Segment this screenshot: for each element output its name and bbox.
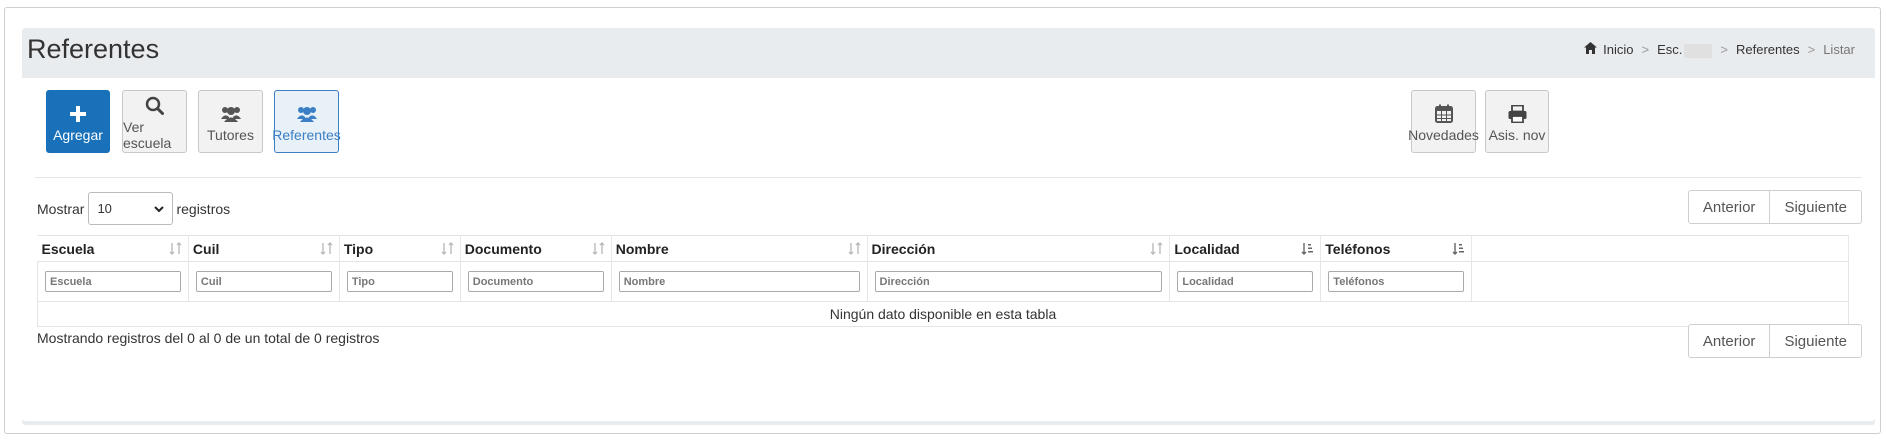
empty-table-message: Ningún dato disponible en esta tabla <box>37 301 1849 327</box>
table-header-row: Escuela Cuil Tipo Documento Nombre Direc… <box>37 235 1849 262</box>
content-panel: Referentes Inicio > Esc. > Referentes > … <box>22 28 1875 425</box>
filter-row: Escuela Cuil Tipo Documento Nombre Direc… <box>37 261 1849 302</box>
home-icon <box>1584 42 1598 57</box>
table-info: Mostrando registros del 0 al 0 de un tot… <box>37 330 380 346</box>
referents-table: Escuela Cuil Tipo Documento Nombre Direc… <box>37 235 1849 327</box>
users-icon <box>296 101 318 127</box>
column-header-localidad[interactable]: Localidad <box>1169 235 1322 262</box>
breadcrumb: Inicio > Esc. > Referentes > Listar <box>1584 42 1855 58</box>
add-button-label: Agregar <box>53 126 103 143</box>
plus-icon <box>70 101 86 127</box>
pagination-bottom: Anterior Siguiente <box>1687 324 1862 358</box>
sort-icon <box>592 242 605 258</box>
next-page-button[interactable]: Siguiente <box>1769 325 1861 357</box>
length-suffix: registros <box>176 200 231 217</box>
attendance-news-button-label: Asis. nov <box>1488 126 1546 143</box>
filter-empty-cell <box>1471 261 1849 302</box>
sort-icon <box>169 242 182 258</box>
sort-asc-icon <box>1452 242 1465 258</box>
pagination-top: Anterior Siguiente <box>1687 190 1862 224</box>
sort-icon <box>1150 242 1163 258</box>
users-icon <box>220 101 242 127</box>
search-icon <box>145 93 164 119</box>
column-header-nombre[interactable]: Nombre <box>611 235 868 262</box>
length-select-value: 10 <box>97 201 112 216</box>
filter-localidad-input[interactable]: Localidad <box>1177 271 1314 292</box>
column-header-direccion[interactable]: Dirección <box>867 235 1171 262</box>
view-school-button[interactable]: Ver escuela <box>122 90 187 153</box>
sort-icon <box>848 242 861 258</box>
column-header-cuil[interactable]: Cuil <box>188 235 340 262</box>
filter-telefonos-input[interactable]: Teléfonos <box>1328 271 1465 292</box>
referents-button-label: Referentes <box>272 126 341 143</box>
filter-documento-input[interactable]: Documento <box>467 271 604 292</box>
breadcrumb-listar: Listar <box>1823 42 1855 58</box>
breadcrumb-escuela[interactable]: Esc. <box>1657 42 1713 58</box>
filter-nombre-input[interactable]: Nombre <box>618 271 860 292</box>
prev-page-button[interactable]: Anterior <box>1689 325 1770 357</box>
tutors-button-label: Tutores <box>207 126 254 143</box>
empty-row: Ningún dato disponible en esta tabla <box>37 301 1849 327</box>
chevron-down-icon <box>154 201 165 216</box>
column-header-escuela[interactable]: Escuela <box>37 235 189 262</box>
filter-cuil-input[interactable]: Cuil <box>195 271 332 292</box>
sort-icon <box>320 242 333 258</box>
page-frame: Referentes Inicio > Esc. > Referentes > … <box>4 7 1881 434</box>
breadcrumb-separator: > <box>1720 42 1729 58</box>
length-prefix: Mostrar <box>37 200 85 217</box>
filter-direccion-input[interactable]: Dirección <box>874 271 1163 292</box>
page-title: Referentes <box>27 34 160 64</box>
sort-asc-icon <box>1301 242 1314 258</box>
breadcrumb-referentes[interactable]: Referentes <box>1736 42 1800 57</box>
sort-icon <box>441 242 454 258</box>
length-select[interactable]: 10 <box>88 192 174 225</box>
panel-header: Referentes Inicio > Esc. > Referentes > … <box>22 28 1875 78</box>
news-button[interactable]: Novedades <box>1408 90 1479 153</box>
column-header-documento[interactable]: Documento <box>460 235 612 262</box>
breadcrumb-separator: > <box>1641 42 1650 58</box>
calendar-icon <box>1434 101 1453 127</box>
filter-escuela-input[interactable]: Escuela <box>45 271 181 292</box>
next-page-button[interactable]: Siguiente <box>1769 191 1861 223</box>
attendance-news-button[interactable]: Asis. nov <box>1485 90 1549 153</box>
column-header-tipo[interactable]: Tipo <box>339 235 461 262</box>
news-button-label: Novedades <box>1408 126 1479 143</box>
toolbar-divider <box>35 177 1862 178</box>
view-school-button-label: Ver escuela <box>123 118 172 151</box>
length-control: Mostrar 10 registros <box>37 192 230 225</box>
breadcrumb-inicio[interactable]: Inicio <box>1603 42 1633 57</box>
tutors-button[interactable]: Tutores <box>198 90 263 153</box>
content-card: Agregar Ver escuela Tutores Referentes N… <box>22 78 1875 421</box>
add-button[interactable]: Agregar <box>46 90 110 153</box>
column-header-telefonos[interactable]: Teléfonos <box>1320 235 1473 262</box>
prev-page-button[interactable]: Anterior <box>1689 191 1770 223</box>
print-icon <box>1508 101 1527 127</box>
column-header-actions <box>1471 235 1849 262</box>
filter-tipo-input[interactable]: Tipo <box>346 271 453 292</box>
referents-button[interactable]: Referentes <box>272 90 341 153</box>
breadcrumb-separator: > <box>1807 42 1816 58</box>
